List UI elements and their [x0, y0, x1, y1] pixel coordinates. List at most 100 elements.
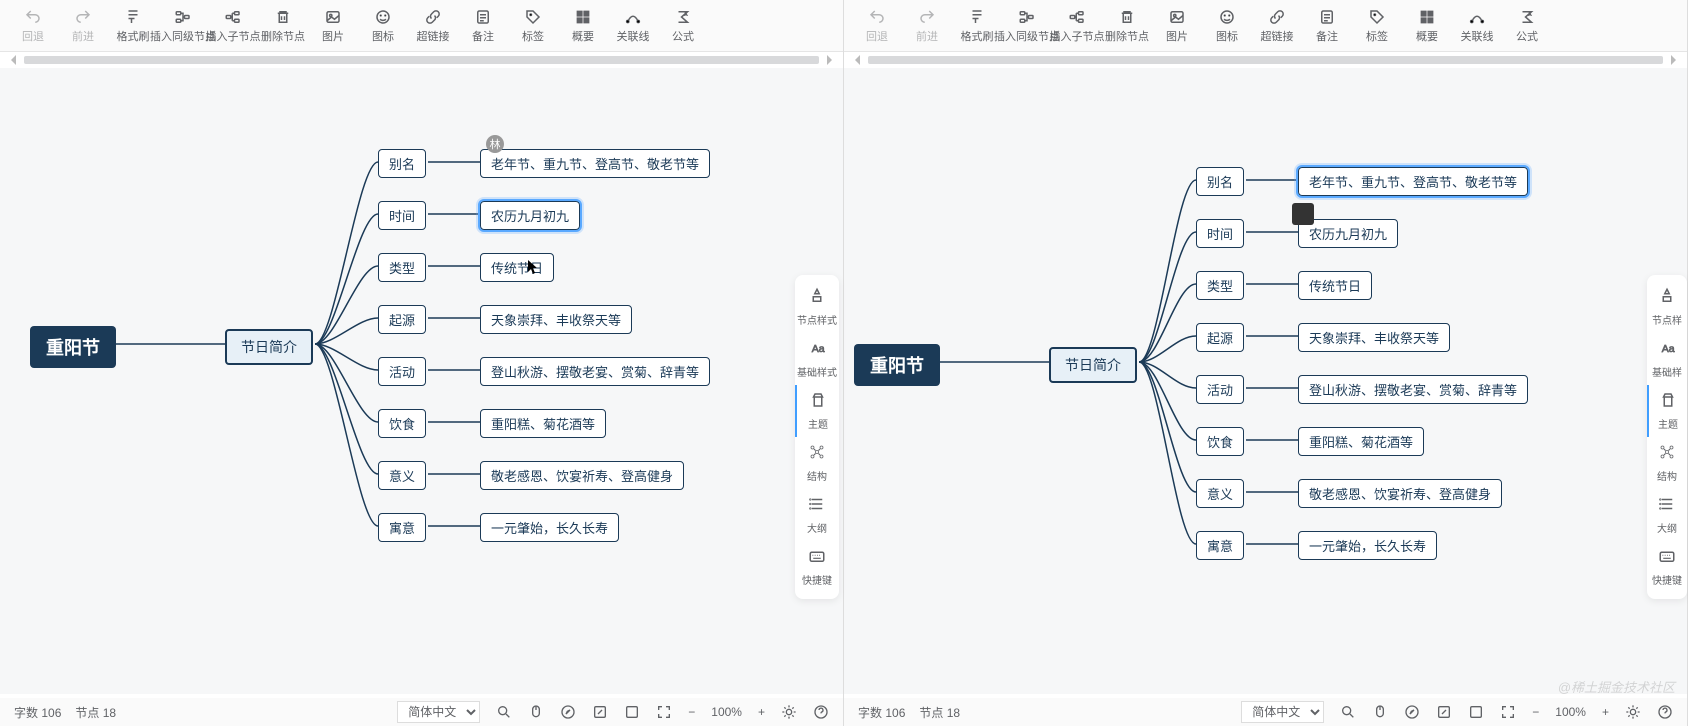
toolbar-tag[interactable]: 标签 — [508, 4, 558, 48]
toolbar-undo[interactable]: 回退 — [852, 4, 902, 48]
toolbar-icon[interactable]: 图标 — [358, 4, 408, 48]
value-node[interactable]: 传统节日 — [1298, 271, 1372, 300]
toolbar-delnode[interactable]: 删除节点 — [1102, 4, 1152, 48]
language-select[interactable]: 简体中文 — [1241, 701, 1324, 723]
palette-shortcut[interactable]: 快捷键 — [1647, 541, 1687, 593]
category-node[interactable]: 寓意 — [378, 513, 426, 542]
intro-node[interactable]: 节日简介 — [225, 329, 313, 365]
toolbar-icon[interactable]: 图标 — [1202, 4, 1252, 48]
theme-toggle-icon[interactable] — [781, 704, 797, 720]
category-node[interactable]: 饮食 — [378, 409, 426, 438]
toolbar-summary[interactable]: 概要 — [1402, 4, 1452, 48]
category-node[interactable]: 饮食 — [1196, 427, 1244, 456]
mouse-icon[interactable] — [1372, 704, 1388, 720]
toolbar-sibling[interactable]: 插入同级节点 — [158, 4, 208, 48]
toolbar-redo[interactable]: 前进 — [902, 4, 952, 48]
category-node[interactable]: 类型 — [378, 253, 426, 282]
value-node[interactable]: 敬老感恩、饮宴祈寿、登高健身 — [1298, 479, 1502, 508]
theme-toggle-icon[interactable] — [1625, 704, 1641, 720]
edit-icon[interactable] — [1436, 704, 1452, 720]
status-bar: 字数 106 节点 18 简体中文 − 100% + — [0, 698, 843, 726]
help-icon[interactable] — [1657, 704, 1673, 720]
value-node[interactable]: 天象崇拜、丰收祭天等 — [1298, 323, 1450, 352]
palette-structure[interactable]: 结构 — [1647, 437, 1687, 489]
palette-theme[interactable]: 主题 — [795, 385, 839, 437]
mindmap-canvas[interactable]: 重阳节 节日简介 别名 老年节、重九节、登高节、敬老节等时间 农历九月初九类型 传统节日起… — [0, 68, 843, 694]
toolbar-undo[interactable]: 回退 — [8, 4, 58, 48]
mindmap-canvas[interactable]: 重阳节节日简介别名老年节、重九节、登高节、敬老节等时间农历九月初九类型传统节日起… — [844, 68, 1687, 694]
value-node[interactable]: 天象崇拜、丰收祭天等 — [480, 305, 632, 334]
category-node[interactable]: 别名 — [1196, 167, 1244, 196]
fullscreen-icon[interactable] — [656, 704, 672, 720]
category-node[interactable]: 别名 — [378, 149, 426, 178]
zoom-out[interactable]: − — [688, 705, 695, 719]
category-node[interactable]: 起源 — [378, 305, 426, 334]
value-node[interactable]: 传统节日 — [480, 253, 554, 282]
toolbar-child[interactable]: 插入子节点 — [208, 4, 258, 48]
fit-icon[interactable] — [1468, 704, 1484, 720]
palette-outline[interactable]: 大纲 — [795, 489, 839, 541]
toolbar-tag[interactable]: 标签 — [1352, 4, 1402, 48]
compass-icon[interactable] — [1404, 704, 1420, 720]
palette-structure[interactable]: 结构 — [795, 437, 839, 489]
edit-icon[interactable] — [592, 704, 608, 720]
zoom-out[interactable]: − — [1532, 705, 1539, 719]
category-node[interactable]: 起源 — [1196, 323, 1244, 352]
toolbar-delnode[interactable]: 删除节点 — [258, 4, 308, 48]
toolbar-assoc[interactable]: 关联线 — [608, 4, 658, 48]
value-node[interactable]: 老年节、重九节、登高节、敬老节等 — [1298, 167, 1528, 196]
toolbar-image[interactable]: 图片 — [308, 4, 358, 48]
zoom-in[interactable]: + — [1602, 705, 1609, 719]
horizontal-scrollbar[interactable] — [844, 52, 1687, 68]
search-icon[interactable] — [1340, 704, 1356, 720]
toolbar-child[interactable]: 插入子节点 — [1052, 4, 1102, 48]
value-node[interactable]: 登山秋游、摆敬老宴、赏菊、辞青等 — [1298, 375, 1528, 404]
category-node[interactable]: 意义 — [1196, 479, 1244, 508]
fullscreen-icon[interactable] — [1500, 704, 1516, 720]
toolbar-summary[interactable]: 概要 — [558, 4, 608, 48]
toolbar-link[interactable]: 超链接 — [408, 4, 458, 48]
toolbar-formula[interactable]: x公式 — [658, 4, 708, 48]
palette-basestyle[interactable]: Aa基础样 — [1647, 333, 1687, 385]
toolbar-redo[interactable]: 前进 — [58, 4, 108, 48]
toolbar-note[interactable]: 备注 — [1302, 4, 1352, 48]
toolbar-assoc[interactable]: 关联线 — [1452, 4, 1502, 48]
category-node[interactable]: 活动 — [1196, 375, 1244, 404]
fit-icon[interactable] — [624, 704, 640, 720]
horizontal-scrollbar[interactable] — [0, 52, 843, 68]
value-node[interactable]: 重阳糕、菊花酒等 — [1298, 427, 1424, 456]
root-node[interactable]: 重阳节 — [30, 326, 116, 368]
toolbar-formula[interactable]: x公式 — [1502, 4, 1552, 48]
category-node[interactable]: 时间 — [378, 201, 426, 230]
palette-theme[interactable]: 主题 — [1647, 385, 1687, 437]
value-node[interactable]: 老年节、重九节、登高节、敬老节等 — [480, 149, 710, 178]
intro-node[interactable]: 节日简介 — [1049, 347, 1137, 383]
value-node[interactable]: 敬老感恩、饮宴祈寿、登高健身 — [480, 461, 684, 490]
category-node[interactable]: 寓意 — [1196, 531, 1244, 560]
palette-outline[interactable]: 大纲 — [1647, 489, 1687, 541]
toolbar-link[interactable]: 超链接 — [1252, 4, 1302, 48]
palette-shortcut[interactable]: 快捷键 — [795, 541, 839, 593]
language-select[interactable]: 简体中文 — [397, 701, 480, 723]
palette-nodestyle[interactable]: 节点样式 — [795, 281, 839, 333]
palette-basestyle[interactable]: Aa基础样式 — [795, 333, 839, 385]
value-node[interactable]: 一元肇始，长久长寿 — [1298, 531, 1437, 560]
compass-icon[interactable] — [560, 704, 576, 720]
palette-nodestyle[interactable]: 节点样 — [1647, 281, 1687, 333]
help-icon[interactable] — [813, 704, 829, 720]
value-node[interactable]: 登山秋游、摆敬老宴、赏菊、辞青等 — [480, 357, 710, 386]
category-node[interactable]: 活动 — [378, 357, 426, 386]
value-node[interactable]: 一元肇始，长久长寿 — [480, 513, 619, 542]
toolbar-note[interactable]: 备注 — [458, 4, 508, 48]
zoom-in[interactable]: + — [758, 705, 765, 719]
category-node[interactable]: 意义 — [378, 461, 426, 490]
root-node[interactable]: 重阳节 — [854, 344, 940, 386]
category-node[interactable]: 类型 — [1196, 271, 1244, 300]
search-icon[interactable] — [496, 704, 512, 720]
value-node[interactable]: 农历九月初九 — [480, 201, 580, 230]
toolbar-sibling[interactable]: 插入同级节点 — [1002, 4, 1052, 48]
mouse-icon[interactable] — [528, 704, 544, 720]
toolbar-image[interactable]: 图片 — [1152, 4, 1202, 48]
category-node[interactable]: 时间 — [1196, 219, 1244, 248]
value-node[interactable]: 重阳糕、菊花酒等 — [480, 409, 606, 438]
